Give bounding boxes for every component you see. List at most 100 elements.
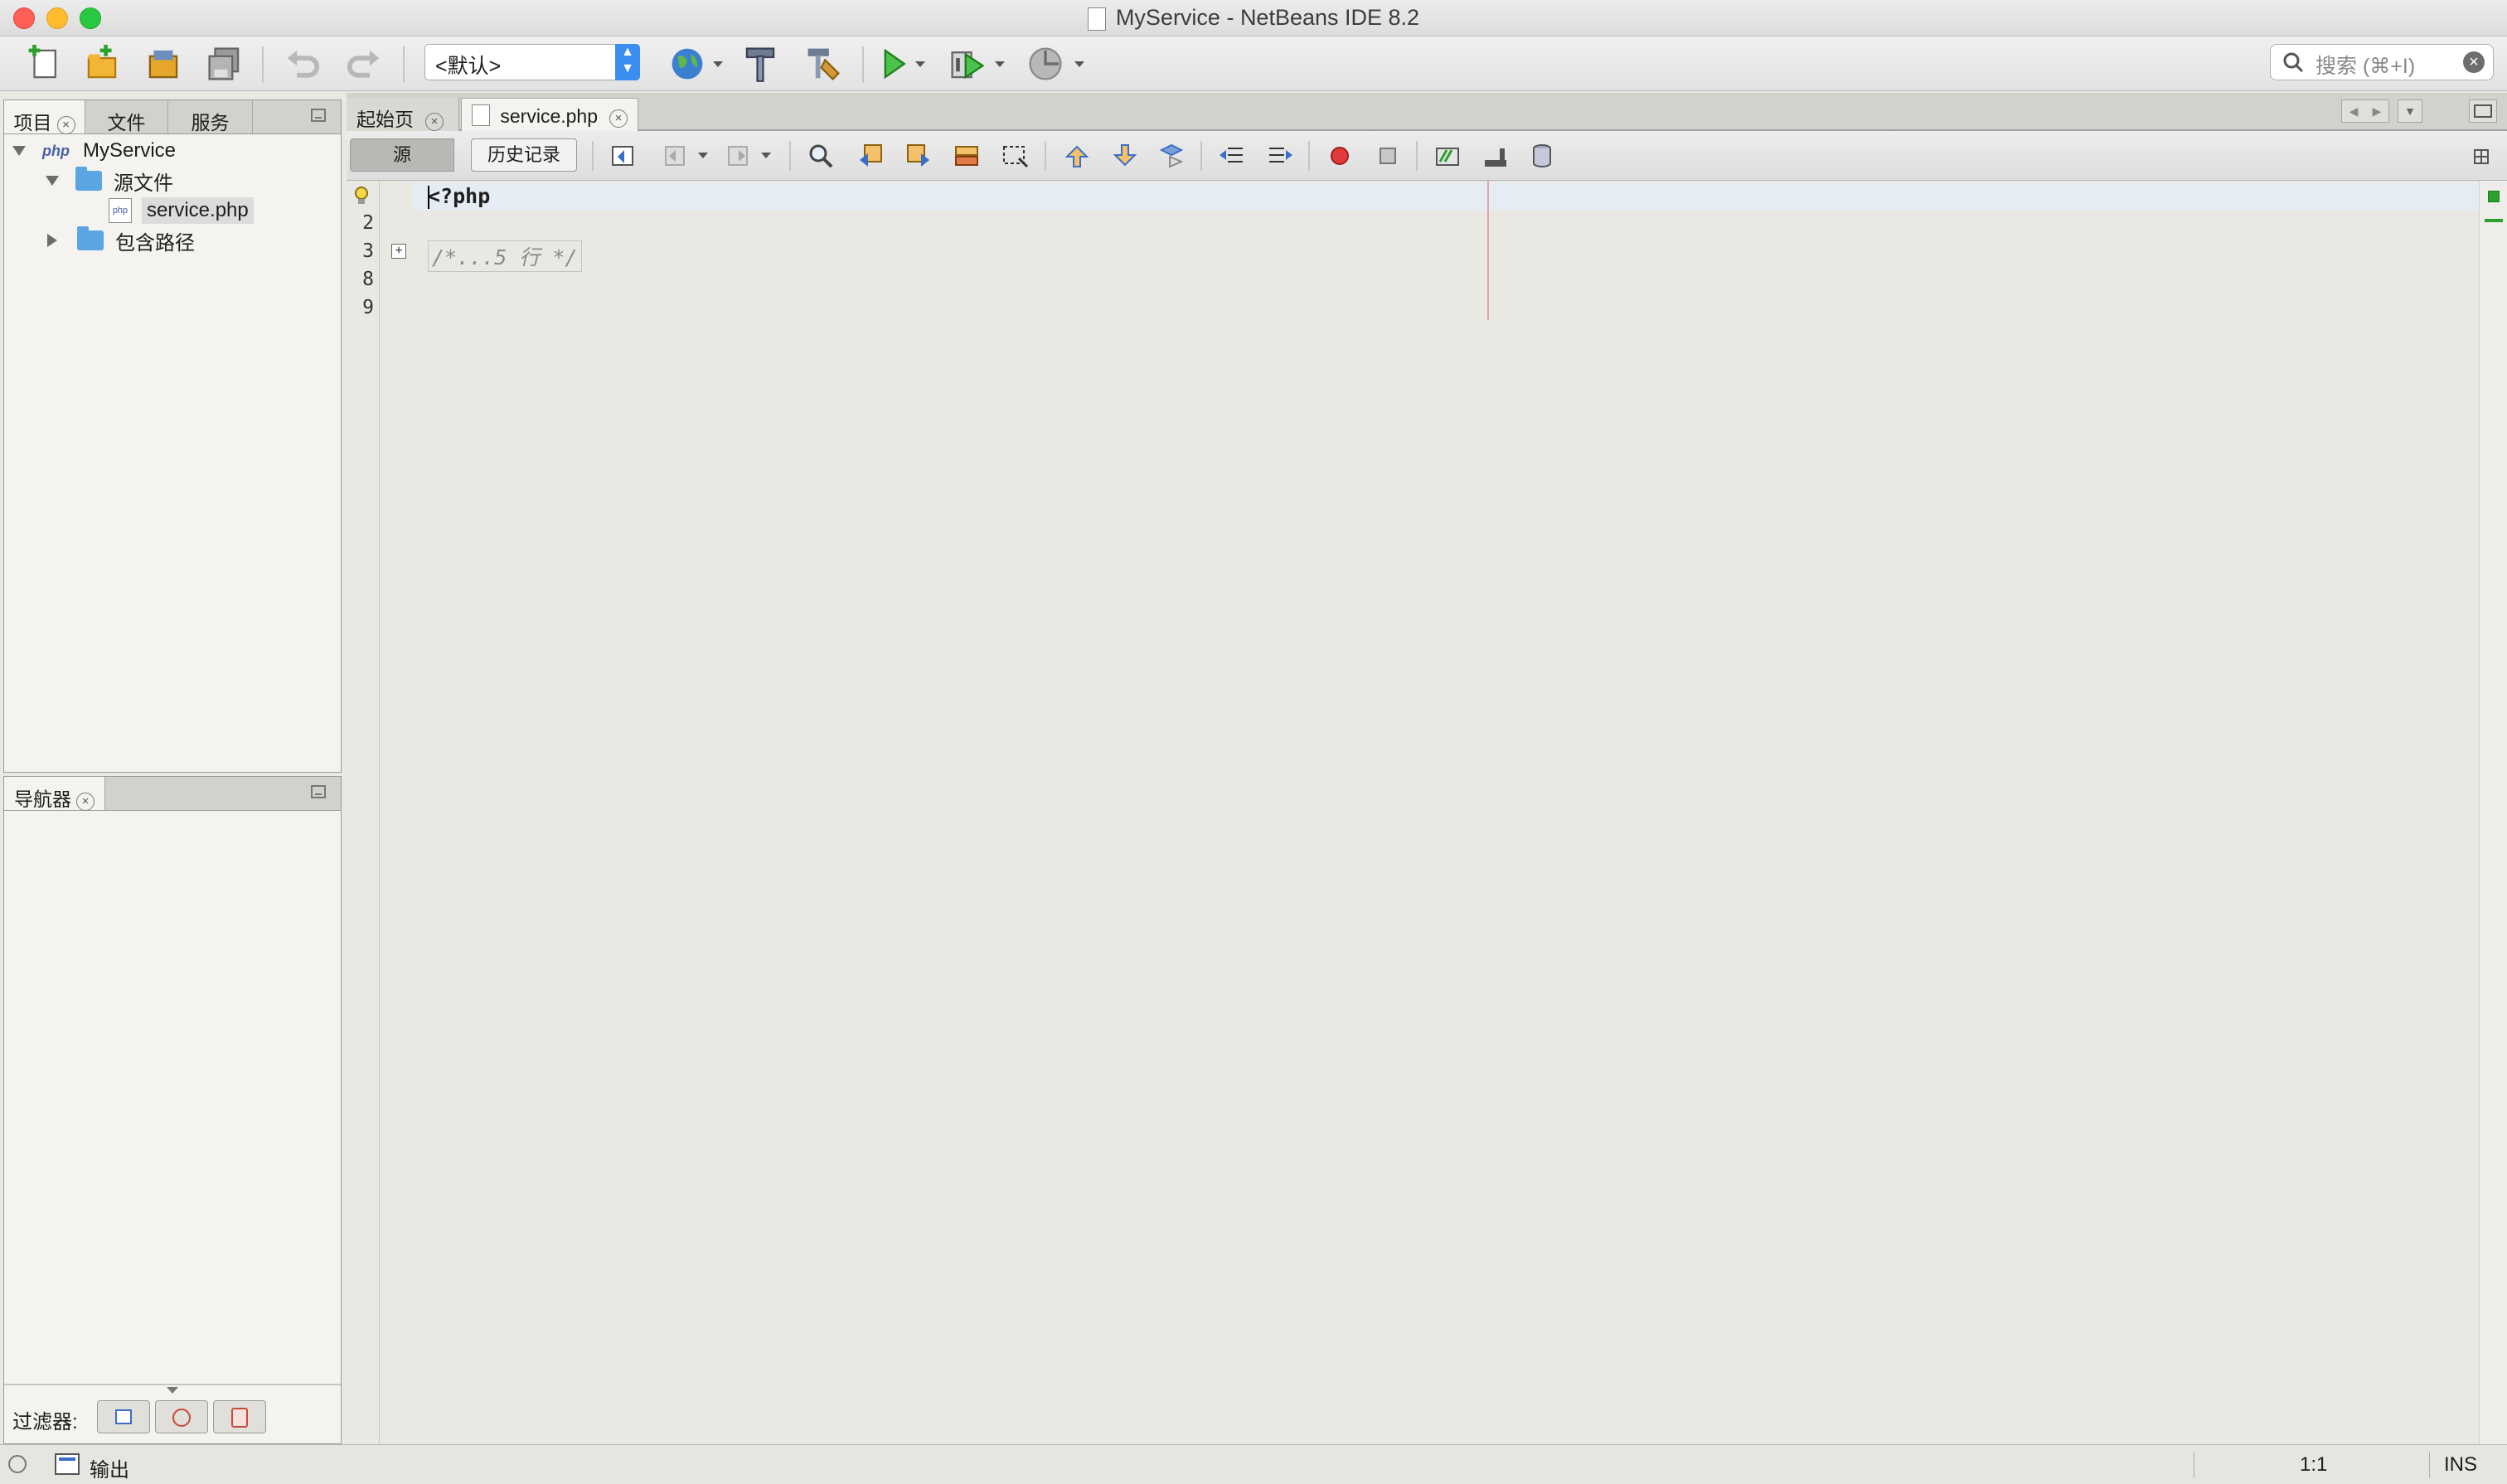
code-editor[interactable]: <?php /*...5 行 */ bbox=[413, 181, 2479, 1444]
shift-right-icon bbox=[1269, 148, 1292, 162]
find-next-icon bbox=[907, 144, 929, 167]
redo-button[interactable] bbox=[343, 43, 385, 85]
lightbulb-hint-icon[interactable] bbox=[353, 186, 370, 207]
filter-button-2[interactable] bbox=[155, 1400, 208, 1433]
next-bookmark-button[interactable] bbox=[1109, 141, 1139, 171]
rectangular-selection-button[interactable] bbox=[1000, 141, 1030, 171]
tab-scroll-buttons[interactable]: ◀ ▶ bbox=[2341, 99, 2389, 123]
close-icon[interactable]: × bbox=[425, 113, 444, 131]
tree-include-path-row[interactable]: 包含路径 bbox=[46, 226, 195, 255]
output-label[interactable]: 输出 bbox=[90, 1453, 129, 1482]
current-line-highlight bbox=[413, 182, 2479, 211]
filter-button-3[interactable] bbox=[213, 1400, 266, 1433]
undo-button[interactable] bbox=[282, 43, 323, 85]
back-button[interactable] bbox=[662, 141, 691, 171]
save-all-button[interactable] bbox=[204, 43, 245, 85]
configuration-select[interactable]: <默认> ▲ ▼ bbox=[424, 44, 640, 80]
forward-dropdown-icon[interactable] bbox=[761, 153, 771, 158]
forward-button[interactable] bbox=[725, 141, 754, 171]
open-project-button[interactable] bbox=[143, 43, 184, 85]
error-stripe[interactable] bbox=[2479, 181, 2507, 1444]
minimize-panel-icon[interactable] bbox=[311, 109, 326, 122]
tab-service-php[interactable]: service.php × bbox=[461, 98, 638, 131]
lock-icon bbox=[231, 1408, 248, 1428]
find-next-button[interactable] bbox=[904, 141, 933, 171]
globe-icon bbox=[672, 48, 703, 80]
debug-icon bbox=[951, 51, 985, 80]
build-button[interactable] bbox=[739, 43, 781, 85]
fold-column: + bbox=[380, 181, 413, 1444]
browser-button[interactable] bbox=[667, 43, 708, 85]
tree-file-row[interactable]: php service.php bbox=[109, 196, 254, 225]
navigator-panel-tabs: 导航器 × bbox=[4, 777, 341, 811]
clean-build-button[interactable] bbox=[803, 43, 844, 85]
source-view-button[interactable]: 源 bbox=[350, 138, 454, 172]
expand-fold-icon[interactable]: + bbox=[391, 244, 406, 259]
tab-list-dropdown[interactable]: ▼ bbox=[2398, 99, 2422, 123]
new-file-button[interactable] bbox=[23, 43, 65, 85]
debug-dropdown-icon[interactable] bbox=[995, 61, 1005, 67]
tree-file-label: service.php bbox=[142, 197, 254, 224]
main-toolbar: <默认> ▲ ▼ 搜索 (⌘+I) × bbox=[0, 36, 2507, 91]
cursor-position: 1:1 bbox=[2300, 1453, 2328, 1476]
stop-macro-button[interactable] bbox=[1373, 141, 1403, 171]
output-window-icon[interactable] bbox=[55, 1453, 80, 1475]
save-all-icon bbox=[208, 47, 240, 80]
new-project-button[interactable] bbox=[81, 43, 123, 85]
comment-button[interactable] bbox=[1433, 141, 1462, 171]
hammer-icon bbox=[745, 47, 775, 82]
tab-start-page[interactable]: 起始页 × bbox=[347, 98, 459, 131]
tab-files[interactable]: 文件 bbox=[85, 100, 168, 133]
notifications-icon[interactable] bbox=[8, 1455, 27, 1473]
toggle-bookmark-button[interactable] bbox=[1157, 141, 1187, 171]
expand-arrow-icon[interactable] bbox=[46, 176, 59, 186]
last-edit-button[interactable] bbox=[609, 141, 638, 171]
chevron-right-icon[interactable]: ▶ bbox=[2373, 104, 2382, 119]
code-line-1[interactable]: <?php bbox=[428, 184, 490, 208]
history-view-button[interactable]: 历史记录 bbox=[471, 138, 577, 172]
browser-dropdown-icon[interactable] bbox=[713, 61, 723, 67]
chevron-down-icon[interactable] bbox=[167, 1387, 178, 1394]
close-icon[interactable]: × bbox=[609, 109, 628, 128]
divider bbox=[4, 1384, 341, 1385]
profile-dropdown-icon[interactable] bbox=[1074, 61, 1084, 67]
uncomment-button[interactable] bbox=[1481, 141, 1511, 171]
profile-button[interactable] bbox=[1025, 43, 1066, 85]
expand-arrow-icon[interactable] bbox=[12, 146, 26, 156]
back-dropdown-icon[interactable] bbox=[698, 153, 708, 158]
chevron-updown-icon: ▲ ▼ bbox=[615, 44, 640, 80]
run-button[interactable] bbox=[872, 43, 914, 85]
shift-line-right-button[interactable] bbox=[1265, 141, 1295, 171]
folded-comment[interactable]: /*...5 行 */ bbox=[428, 240, 582, 272]
start-macro-button[interactable] bbox=[1325, 141, 1355, 171]
shift-line-left-button[interactable] bbox=[1217, 141, 1247, 171]
tab-services[interactable]: 服务 bbox=[168, 100, 253, 133]
minimize-panel-icon[interactable] bbox=[311, 785, 326, 798]
tree-project-row[interactable]: php MyService bbox=[12, 137, 176, 165]
clear-search-icon[interactable]: × bbox=[2463, 51, 2485, 73]
forward-icon bbox=[728, 146, 748, 166]
debug-button[interactable] bbox=[947, 43, 988, 85]
collapse-arrow-icon[interactable] bbox=[47, 234, 57, 247]
maximize-window-button[interactable] bbox=[2469, 99, 2497, 123]
filter-button-1[interactable] bbox=[97, 1400, 150, 1433]
run-dropdown-icon[interactable] bbox=[915, 61, 925, 67]
tab-navigator[interactable]: 导航器 × bbox=[4, 777, 105, 811]
find-button[interactable] bbox=[806, 141, 836, 171]
tab-projects[interactable]: 项目 × bbox=[4, 100, 85, 134]
find-previous-button[interactable] bbox=[856, 141, 885, 171]
chevron-left-icon[interactable]: ◀ bbox=[2349, 104, 2359, 119]
annotation-mark[interactable] bbox=[2485, 219, 2503, 222]
close-icon[interactable]: × bbox=[56, 116, 75, 134]
split-editor-icon[interactable] bbox=[2474, 149, 2489, 164]
php-file-icon bbox=[472, 104, 490, 126]
toggle-highlight-button[interactable] bbox=[952, 141, 982, 171]
tree-source-folder-row[interactable]: 源文件 bbox=[46, 167, 173, 195]
previous-bookmark-button[interactable] bbox=[1061, 141, 1091, 171]
rect-select-icon bbox=[1003, 146, 1029, 168]
library-folder-icon bbox=[77, 226, 104, 250]
toolbar-separator bbox=[1308, 141, 1310, 171]
database-button[interactable] bbox=[1527, 141, 1557, 171]
search-input[interactable]: 搜索 (⌘+I) × bbox=[2270, 44, 2494, 80]
close-icon[interactable]: × bbox=[76, 793, 95, 811]
